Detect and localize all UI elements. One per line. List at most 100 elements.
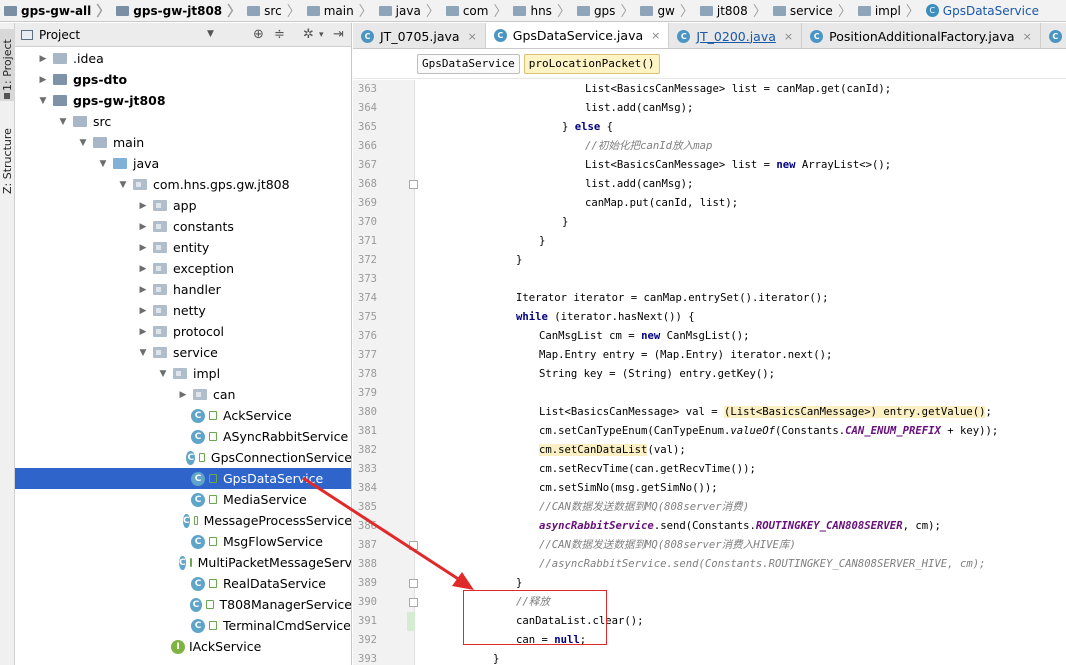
tree-class-item[interactable]: C MsgFlowService — [15, 531, 351, 552]
code-token: while — [516, 311, 548, 323]
tree-item-label: MultiPacketMessageService — [197, 555, 352, 570]
breadcrumb-item[interactable]: com 〉 — [442, 0, 510, 21]
tree-folder-item[interactable]: ▼ java — [15, 153, 351, 174]
code-area[interactable]: 363 List<BasicsCanMessage> list = canMap.… — [353, 80, 1066, 665]
tree-folder-item[interactable]: ▶ handler — [15, 279, 351, 300]
fold-marker-icon[interactable] — [409, 541, 418, 550]
breadcrumb-item[interactable]: gps 〉 — [573, 0, 637, 21]
gear-dropdown-icon[interactable]: ▾ — [319, 30, 324, 40]
tree-folder-item[interactable]: ▶ gps-dto — [15, 69, 351, 90]
tree-class-item[interactable]: C GpsConnectionService — [15, 447, 351, 468]
expand-down-icon[interactable]: ▼ — [157, 369, 169, 379]
expand-right-icon[interactable]: ▶ — [137, 264, 149, 274]
code-token: (val); — [647, 444, 686, 456]
expand-right-icon[interactable]: ▶ — [137, 201, 149, 211]
editor-tab[interactable]: C GpsDataService.java × — [485, 23, 670, 48]
tree-folder-item[interactable]: ▶ netty — [15, 300, 351, 321]
expand-right-icon[interactable]: ▶ — [137, 306, 149, 316]
tree-folder-item[interactable]: ▶ exception — [15, 258, 351, 279]
hide-panel-icon[interactable]: ⇥ — [333, 27, 344, 42]
fold-marker-icon[interactable] — [409, 180, 418, 189]
expand-down-icon[interactable]: ▼ — [117, 180, 129, 190]
breadcrumb-item[interactable]: C GpsDataService — [922, 0, 1041, 21]
editor-tab[interactable]: C PositionAdditionalFactory.java × — [802, 23, 1041, 48]
tree-class-item[interactable]: C RealDataService — [15, 573, 351, 594]
expand-right-icon[interactable]: ▶ — [37, 54, 49, 64]
collapse-all-icon[interactable]: ≑ — [274, 27, 285, 42]
code-line: 376 CanMsgList cm = new CanMsgList(); — [353, 327, 1066, 346]
close-icon[interactable]: × — [651, 29, 660, 42]
gear-icon[interactable]: ✲ — [303, 27, 314, 42]
expand-down-icon[interactable]: ▼ — [97, 159, 109, 169]
breadcrumb-item[interactable]: src 〉 — [243, 0, 303, 21]
breadcrumb-item[interactable]: gps-gw-jt808 〉 — [112, 0, 243, 21]
tree-class-item[interactable]: C ASyncRabbitService — [15, 426, 351, 447]
tree-folder-item[interactable]: ▼ com.hns.gps.gw.jt808 — [15, 174, 351, 195]
code-token: //CAN数据发送数据到MQ(808server消费) — [539, 501, 750, 513]
expand-right-icon[interactable]: ▶ — [137, 285, 149, 295]
tree-class-item[interactable]: C MultiPacketMessageService — [15, 552, 352, 573]
lock-badge-icon — [209, 411, 217, 420]
tree-folder-item[interactable]: ▶ .idea — [15, 48, 351, 69]
close-icon[interactable]: × — [468, 30, 477, 43]
breadcrumb-item[interactable]: main 〉 — [303, 0, 375, 21]
tree-folder-item[interactable]: ▶ constants — [15, 216, 351, 237]
structure-tool-tab[interactable]: Z: Structure — [0, 113, 15, 209]
breadcrumb-item[interactable]: java 〉 — [375, 0, 442, 21]
editor-tabs: C JT_0705.java × C GpsDataService.java × C JT_0… — [353, 23, 1066, 49]
expand-right-icon[interactable]: ▶ — [177, 390, 189, 400]
tree-class-item[interactable]: C AckService — [15, 405, 351, 426]
chevron-down-icon[interactable]: ▼ — [207, 29, 214, 39]
line-number: 379 — [358, 387, 377, 399]
tree-class-item[interactable]: C GpsDataService — [15, 468, 351, 489]
line-number: 380 — [358, 406, 377, 418]
tree-class-item[interactable]: C T808ManagerService — [15, 594, 351, 615]
fold-marker-icon[interactable] — [409, 598, 418, 607]
expand-right-icon[interactable]: ▶ — [137, 222, 149, 232]
editor-tab[interactable]: C JT_0200.java × — [669, 23, 803, 48]
project-tool-tab[interactable]: 1: Project — [0, 29, 15, 101]
change-marker — [407, 612, 415, 631]
tree-folder-item[interactable]: ▶ app — [15, 195, 351, 216]
breadcrumb-item[interactable]: hns 〉 — [509, 0, 572, 21]
expand-down-icon[interactable]: ▼ — [37, 96, 49, 106]
locate-icon[interactable]: ⊕ — [253, 27, 264, 42]
tree-item-label: IAckService — [189, 639, 262, 654]
breadcrumb-item[interactable]: gps-gw-all 〉 — [0, 0, 112, 21]
expand-down-icon[interactable]: ▼ — [77, 138, 89, 148]
expand-right-icon[interactable]: ▶ — [137, 243, 149, 253]
close-icon[interactable]: × — [784, 30, 793, 43]
fold-marker-icon[interactable] — [409, 579, 418, 588]
tree-folder-item[interactable]: ▼ src — [15, 111, 351, 132]
breadcrumb-item[interactable]: impl 〉 — [854, 0, 922, 21]
close-icon[interactable]: × — [1023, 30, 1032, 43]
package-icon — [153, 200, 167, 211]
tree-class-item[interactable]: C TerminalCmdService — [15, 615, 351, 636]
tree-folder-item[interactable]: ▼ service — [15, 342, 351, 363]
tree-item-label: gps-dto — [73, 72, 128, 87]
tree-folder-item[interactable]: ▼ impl — [15, 363, 351, 384]
code-token: List<BasicsCanMessage> val = — [539, 406, 724, 418]
editor-tab[interactable]: CCanDataList.java — [1041, 23, 1066, 48]
expand-down-icon[interactable]: ▼ — [57, 117, 69, 127]
editor-tab[interactable]: C JT_0705.java × — [353, 23, 486, 48]
breadcrumb-item[interactable]: jt808 〉 — [696, 0, 769, 21]
tree-folder-item[interactable]: ▼ gps-gw-jt808 — [15, 90, 351, 111]
method-crumb-button[interactable]: proLocationPacket() — [523, 53, 660, 74]
tree-folder-item[interactable]: ▶ can — [15, 384, 351, 405]
tool-window-toggle-icon[interactable] — [4, 93, 10, 99]
breadcrumb-item[interactable]: gw 〉 — [636, 0, 695, 21]
class-crumb-button[interactable]: GpsDataService — [417, 53, 520, 74]
tree-folder-item[interactable]: ▶ protocol — [15, 321, 351, 342]
expand-right-icon[interactable]: ▶ — [137, 327, 149, 337]
tree-folder-item[interactable]: ▼ main — [15, 132, 351, 153]
navigation-breadcrumb: gps-gw-all 〉 gps-gw-jt808 〉 src 〉 main 〉 java 〉 co… — [0, 0, 1066, 22]
tree-class-item[interactable]: I IAckService — [15, 636, 351, 657]
breadcrumb-label: java — [395, 3, 421, 18]
expand-down-icon[interactable]: ▼ — [137, 348, 149, 358]
tree-class-item[interactable]: C MessageProcessService — [15, 510, 351, 531]
tree-folder-item[interactable]: ▶ entity — [15, 237, 351, 258]
tree-class-item[interactable]: C MediaService — [15, 489, 351, 510]
breadcrumb-item[interactable]: service 〉 — [769, 0, 854, 21]
expand-right-icon[interactable]: ▶ — [37, 75, 49, 85]
